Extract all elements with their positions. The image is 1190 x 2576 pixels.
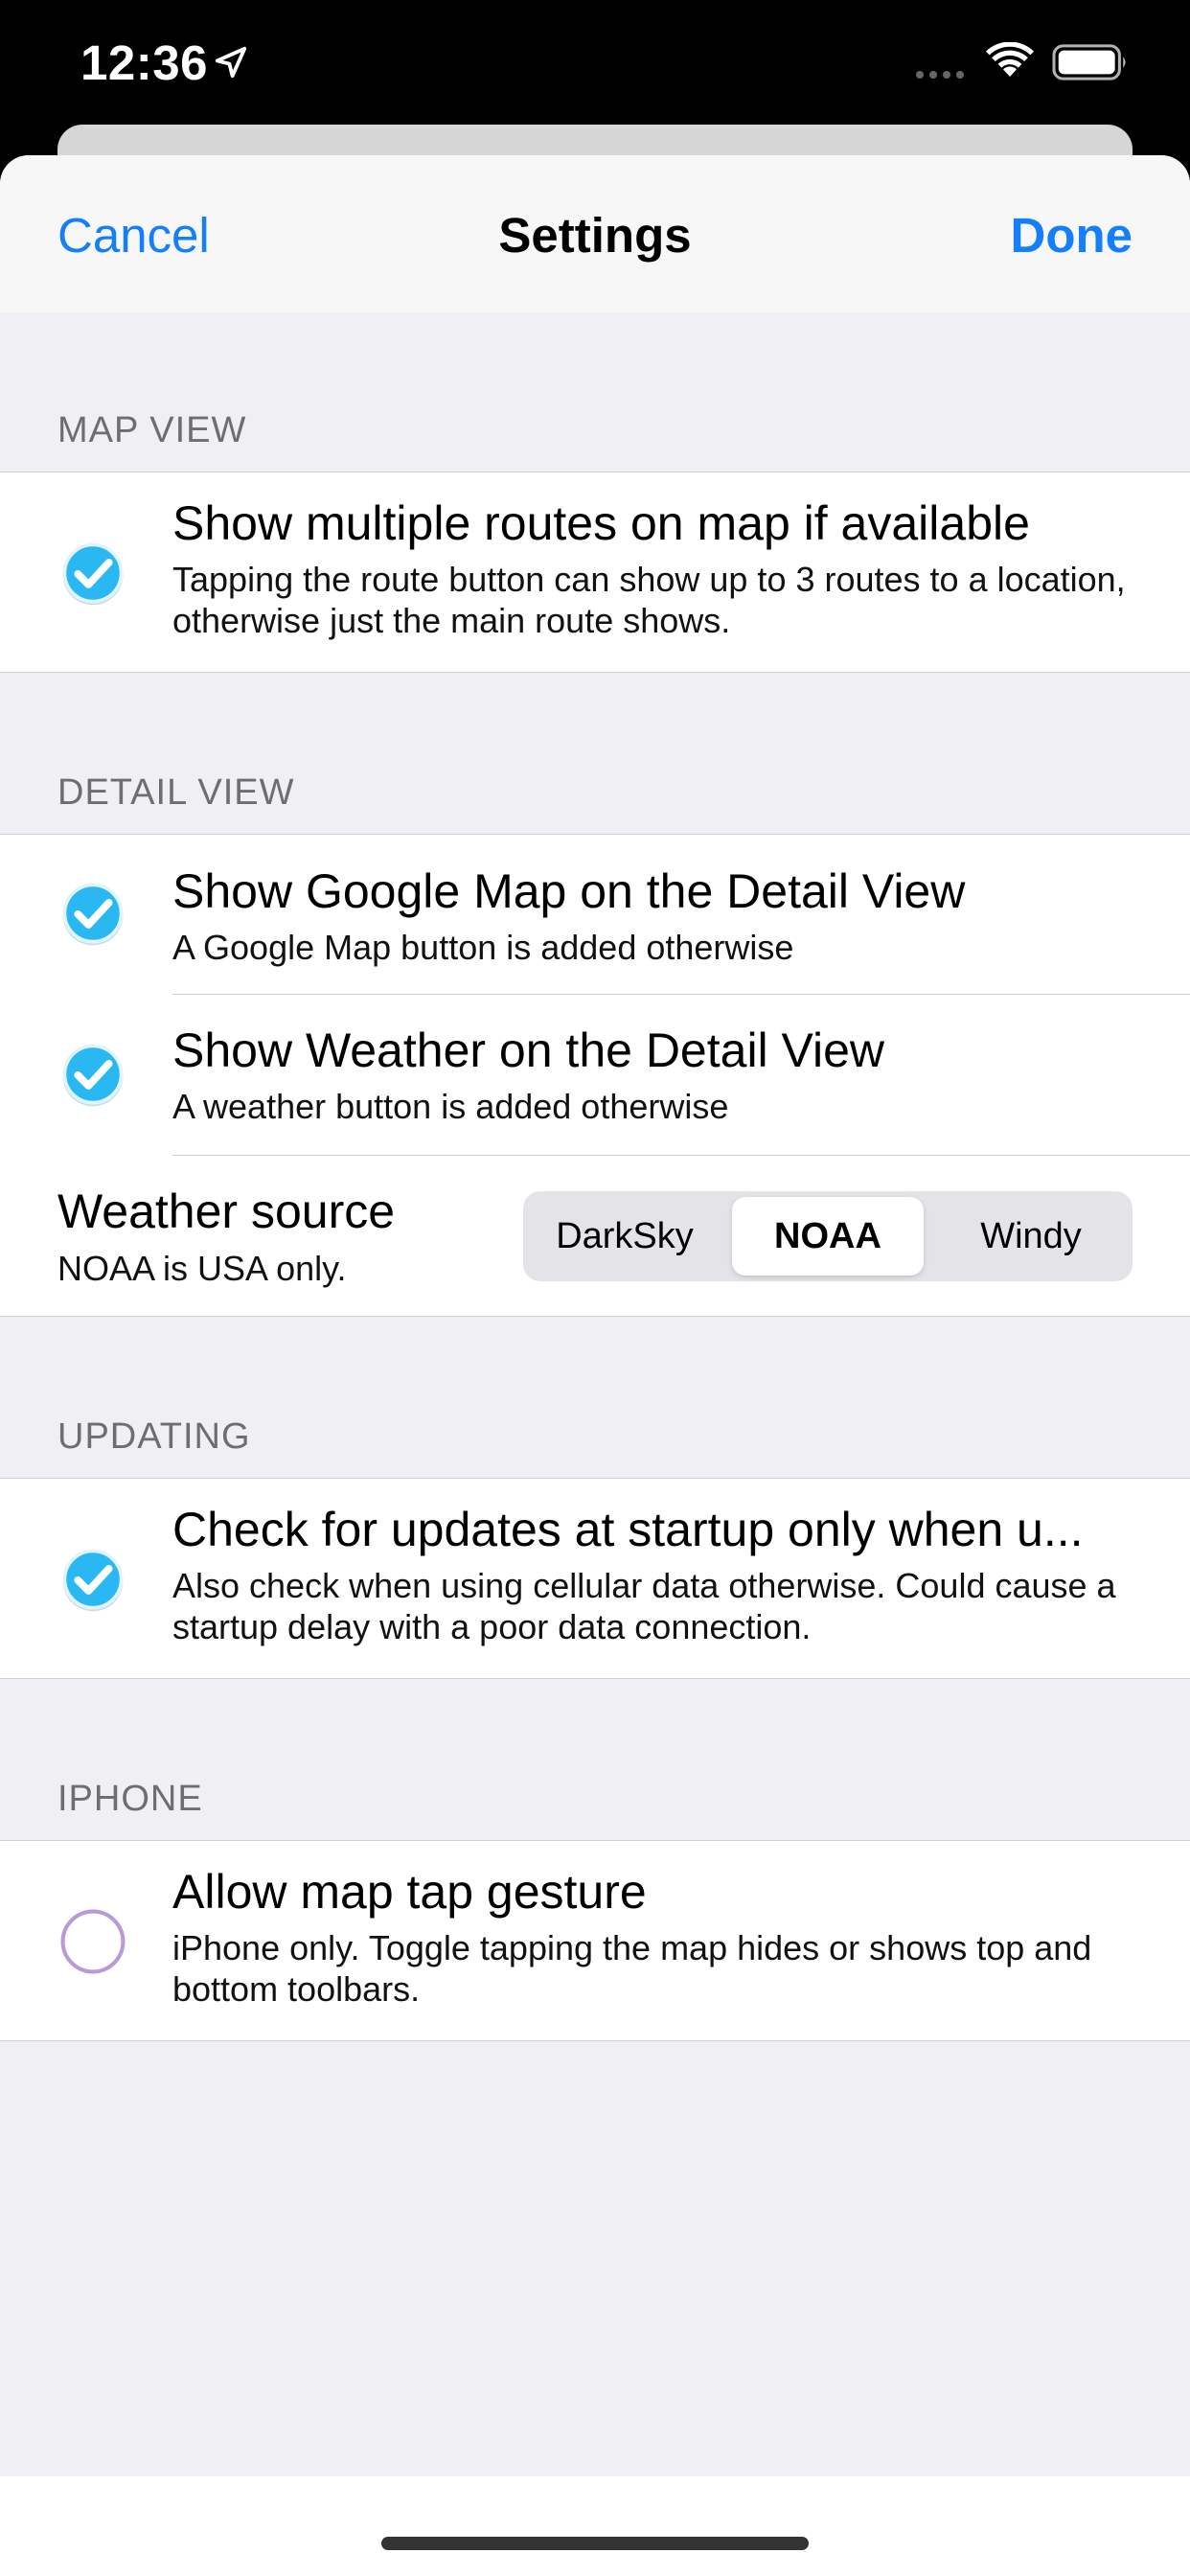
wifi-icon xyxy=(986,42,1034,77)
section-header-iphone: IPHONE xyxy=(57,1779,203,1819)
setting-row-weather-source: Weather source NOAA is USA only. DarkSky… xyxy=(0,1157,1190,1316)
segment-noaa[interactable]: NOAA xyxy=(732,1197,924,1276)
row-subtitle: Tapping the route button can show up to … xyxy=(172,560,1126,640)
segment-windy[interactable]: Windy xyxy=(935,1197,1127,1276)
setting-row-weather[interactable]: Show Weather on the Detail View A weathe… xyxy=(0,996,1190,1157)
checkmark-icon[interactable] xyxy=(57,1039,128,1110)
done-button[interactable]: Done xyxy=(1011,207,1133,264)
segment-darksky[interactable]: DarkSky xyxy=(529,1197,721,1276)
status-time: 12:36 xyxy=(80,35,208,90)
checkmark-icon[interactable] xyxy=(57,1544,128,1615)
checkmark-icon[interactable] xyxy=(57,878,128,949)
home-indicator[interactable] xyxy=(381,2537,809,2550)
map-view-group: Show multiple routes on map if available… xyxy=(0,472,1190,673)
battery-icon xyxy=(1052,44,1126,80)
checkmark-icon[interactable] xyxy=(57,538,128,609)
row-divider xyxy=(172,994,1190,995)
navigation-bar: Cancel Settings Done xyxy=(0,155,1190,312)
row-title: Check for updates at startup only when u… xyxy=(172,1503,1084,1556)
updating-group: Check for updates at startup only when u… xyxy=(0,1478,1190,1679)
row-subtitle: A weather button is added otherwise xyxy=(172,1087,729,1126)
setting-row-multiple-routes[interactable]: Show multiple routes on map if available… xyxy=(0,472,1190,672)
iphone-group: Allow map tap gesture iPhone only. Toggl… xyxy=(0,1840,1190,2041)
bottom-safe-area xyxy=(0,2476,1190,2576)
setting-row-map-tap[interactable]: Allow map tap gesture iPhone only. Toggl… xyxy=(0,1841,1190,2040)
row-title: Show multiple routes on map if available xyxy=(172,496,1030,550)
setting-row-check-updates[interactable]: Check for updates at startup only when u… xyxy=(0,1479,1190,1678)
section-header-updating: UPDATING xyxy=(57,1416,251,1457)
row-title: Weather source xyxy=(57,1184,396,1238)
unchecked-circle-icon[interactable] xyxy=(57,1906,128,1977)
row-subtitle: NOAA is USA only. xyxy=(57,1249,347,1288)
signal-dots-icon xyxy=(916,71,964,79)
detail-view-group: Show Google Map on the Detail View A Goo… xyxy=(0,834,1190,1317)
row-title: Show Weather on the Detail View xyxy=(172,1024,885,1077)
row-subtitle: iPhone only. Toggle tapping the map hide… xyxy=(172,1928,1092,2009)
row-title: Show Google Map on the Detail View xyxy=(172,864,966,918)
weather-source-segmented-control[interactable]: DarkSky NOAA Windy xyxy=(523,1191,1133,1281)
row-subtitle: A Google Map button is added otherwise xyxy=(172,928,794,967)
settings-sheet: Cancel Settings Done MAP VIEW Show multi… xyxy=(0,155,1190,2576)
row-title: Allow map tap gesture xyxy=(172,1865,647,1919)
setting-row-google-map[interactable]: Show Google Map on the Detail View A Goo… xyxy=(0,835,1190,996)
row-divider xyxy=(172,1155,1190,1156)
location-arrow-icon xyxy=(215,46,247,79)
row-subtitle: Also check when using cellular data othe… xyxy=(172,1566,1116,1646)
section-header-detail-view: DETAIL VIEW xyxy=(57,772,295,813)
section-header-map-view: MAP VIEW xyxy=(57,410,247,450)
